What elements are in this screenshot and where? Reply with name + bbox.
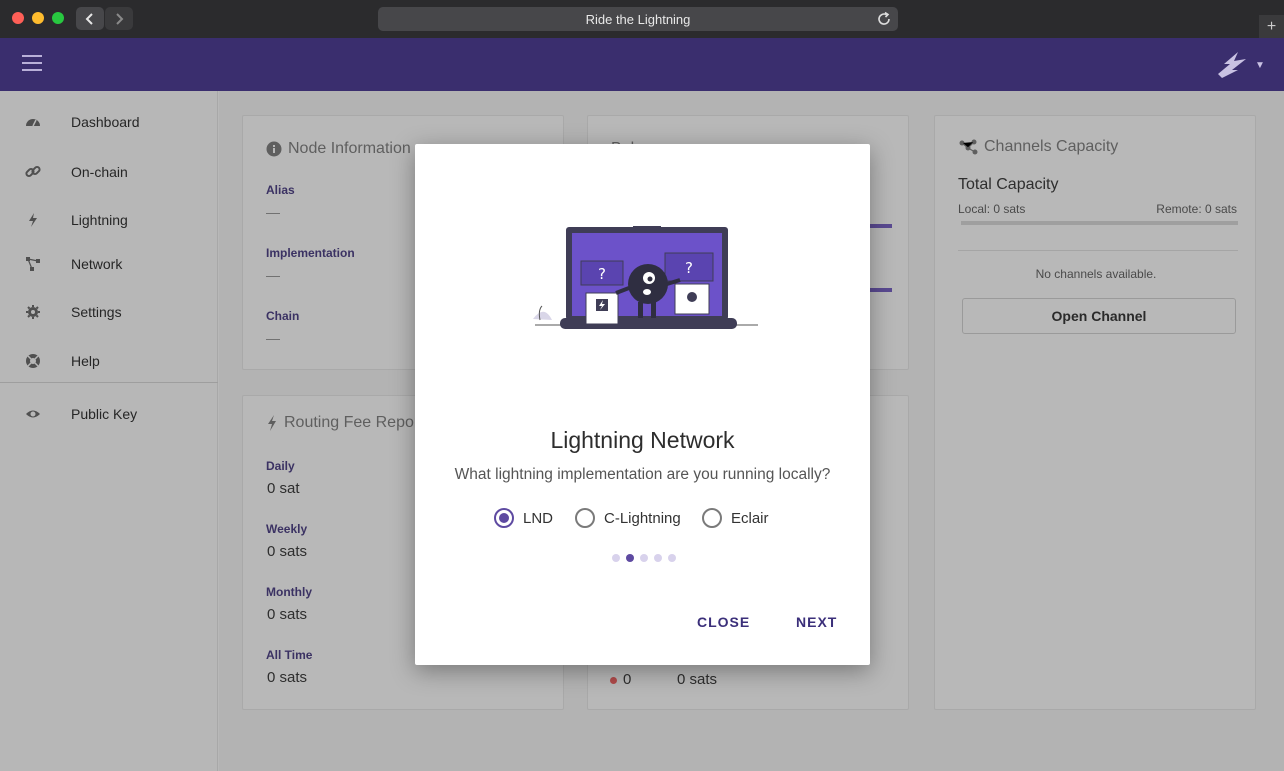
radio-label: Eclair — [731, 509, 769, 527]
close-button[interactable]: CLOSE — [697, 614, 750, 630]
radio-button[interactable] — [575, 508, 595, 528]
step-dot-active[interactable] — [626, 554, 634, 562]
svg-text:?: ? — [685, 259, 693, 277]
next-button[interactable]: NEXT — [796, 614, 837, 630]
laptop-illustration: ? ? — [533, 226, 758, 329]
radio-label: C-Lightning — [604, 509, 681, 527]
step-dot[interactable] — [654, 554, 662, 562]
radio-button-checked[interactable] — [494, 508, 514, 528]
step-dot[interactable] — [612, 554, 620, 562]
onboarding-dialog: ? ? Lightning Network What lightning imp… — [415, 144, 870, 665]
svg-text:?: ? — [598, 265, 606, 283]
radio-eclair[interactable]: Eclair — [702, 507, 769, 529]
dialog-title: Lightning Network — [550, 427, 735, 453]
radio-lnd[interactable]: LND — [494, 507, 553, 529]
modal-backdrop: ? ? Lightning Network What lightning imp… — [0, 0, 1284, 771]
radio-button[interactable] — [702, 508, 722, 528]
step-dot[interactable] — [640, 554, 648, 562]
radio-label: LND — [523, 509, 554, 527]
step-indicator — [612, 554, 676, 562]
radio-c-lightning[interactable]: C-Lightning — [575, 507, 681, 529]
dialog-subtitle: What lightning implementation are you ru… — [454, 466, 831, 483]
step-dot[interactable] — [668, 554, 676, 562]
